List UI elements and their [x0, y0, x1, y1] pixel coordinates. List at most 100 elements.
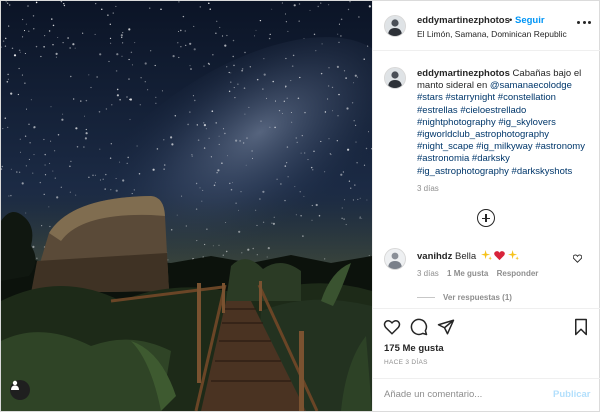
- star: [110, 42, 112, 44]
- avatar[interactable]: [384, 15, 406, 37]
- hashtag-link[interactable]: #estrellas: [417, 105, 458, 116]
- star: [337, 115, 339, 117]
- star: [32, 245, 35, 248]
- tag-user-button[interactable]: [10, 380, 30, 400]
- star: [109, 37, 112, 40]
- hashtag-link[interactable]: #ig_astrophotography: [417, 166, 509, 177]
- reply-button[interactable]: Responder: [497, 269, 539, 278]
- load-more-comments-button[interactable]: [477, 209, 495, 227]
- hashtag-link[interactable]: #igworldclub_astrophotography: [417, 129, 549, 140]
- star: [75, 127, 78, 130]
- star: [241, 252, 243, 254]
- hashtag-link[interactable]: #darksky: [472, 153, 510, 164]
- caption-text: eddymartinezphotos Cabañas bajo el manto…: [417, 68, 593, 178]
- post-photo[interactable]: [1, 1, 372, 411]
- star: [122, 42, 124, 44]
- hashtag-link[interactable]: #astronomy: [535, 141, 585, 152]
- star: [320, 2, 322, 4]
- hashtag-link[interactable]: #starrynight: [446, 92, 496, 103]
- hashtag-link[interactable]: #stars: [417, 92, 443, 103]
- likes-count[interactable]: 175 Me gusta: [384, 343, 444, 354]
- comment-username[interactable]: vanihdz: [417, 251, 452, 262]
- hashtag-link[interactable]: #darkskyshots: [512, 166, 573, 177]
- night-sky-cabin-photo: [1, 1, 372, 411]
- star: [346, 107, 349, 110]
- star: [252, 157, 253, 159]
- star: [130, 51, 133, 54]
- action-bar: 175 Me gusta HACE 3 DÍAS: [373, 308, 600, 378]
- star: [131, 193, 133, 195]
- follow-button[interactable]: Seguir: [515, 15, 545, 26]
- star: [309, 9, 311, 11]
- star: [74, 47, 76, 49]
- star: [278, 109, 281, 112]
- star: [23, 30, 26, 32]
- like-comment-icon[interactable]: [573, 254, 582, 263]
- star: [177, 31, 179, 32]
- star: [358, 16, 360, 18]
- hashtag-link[interactable]: #night_scape: [417, 141, 474, 152]
- star: [338, 41, 340, 44]
- star: [110, 189, 112, 191]
- star: [116, 94, 119, 97]
- star: [21, 18, 24, 21]
- star: [292, 54, 295, 57]
- star: [94, 174, 96, 176]
- star: [178, 56, 180, 59]
- star: [83, 146, 85, 148]
- star: [221, 35, 224, 37]
- view-replies-button[interactable]: Ver respuestas (1): [417, 293, 512, 302]
- comment-input[interactable]: Añade un comentario...: [384, 389, 482, 400]
- star: [44, 153, 46, 156]
- star: [366, 199, 368, 201]
- star: [286, 97, 288, 99]
- caption-mention[interactable]: @samanaecolodge: [490, 80, 572, 91]
- star: [170, 136, 173, 139]
- hashtag-link[interactable]: #nightphotography: [417, 117, 496, 128]
- star: [72, 43, 75, 46]
- star: [27, 5, 29, 7]
- caption-username[interactable]: eddymartinezphotos: [417, 68, 510, 79]
- star: [2, 128, 4, 130]
- star: [50, 106, 52, 108]
- star: [63, 4, 66, 7]
- star: [57, 37, 59, 38]
- share-icon[interactable]: [437, 318, 455, 336]
- star: [357, 198, 359, 201]
- username-link[interactable]: eddymartinezphotos: [417, 15, 510, 26]
- location-link[interactable]: El Limón, Samana, Dominican Republic: [417, 29, 567, 39]
- star: [262, 190, 265, 193]
- star: [203, 122, 205, 124]
- star: [227, 155, 228, 157]
- heart-outline-icon[interactable]: [383, 318, 401, 336]
- star: [307, 159, 309, 161]
- star: [69, 47, 71, 49]
- hashtag-link[interactable]: #constellation: [498, 92, 556, 103]
- star: [359, 216, 361, 218]
- comment-icon[interactable]: [410, 318, 428, 336]
- hashtag-link[interactable]: #cieloestrellado: [460, 105, 526, 116]
- hashtag-link[interactable]: #ig_skylovers: [498, 117, 556, 128]
- hashtag-link[interactable]: #ig_milkyway: [476, 141, 533, 152]
- star: [313, 150, 315, 152]
- star: [29, 142, 31, 144]
- publish-button[interactable]: Publicar: [553, 389, 591, 400]
- bookmark-icon[interactable]: [572, 318, 590, 336]
- comment-likes[interactable]: 1 Me gusta: [447, 269, 488, 278]
- star: [111, 104, 113, 106]
- star: [53, 150, 56, 152]
- avatar[interactable]: [384, 67, 406, 89]
- hashtag-link[interactable]: #astronomia: [417, 153, 469, 164]
- star: [163, 168, 165, 170]
- comment-text: vanihdz Bella: [417, 250, 520, 262]
- star: [359, 197, 361, 199]
- comment-age: 3 días: [417, 269, 439, 278]
- avatar[interactable]: [384, 248, 406, 270]
- star: [354, 74, 357, 77]
- more-options-icon[interactable]: [577, 19, 591, 25]
- star: [269, 126, 271, 128]
- star: [226, 34, 228, 37]
- star: [243, 87, 246, 89]
- star: [189, 42, 192, 45]
- star: [266, 256, 268, 258]
